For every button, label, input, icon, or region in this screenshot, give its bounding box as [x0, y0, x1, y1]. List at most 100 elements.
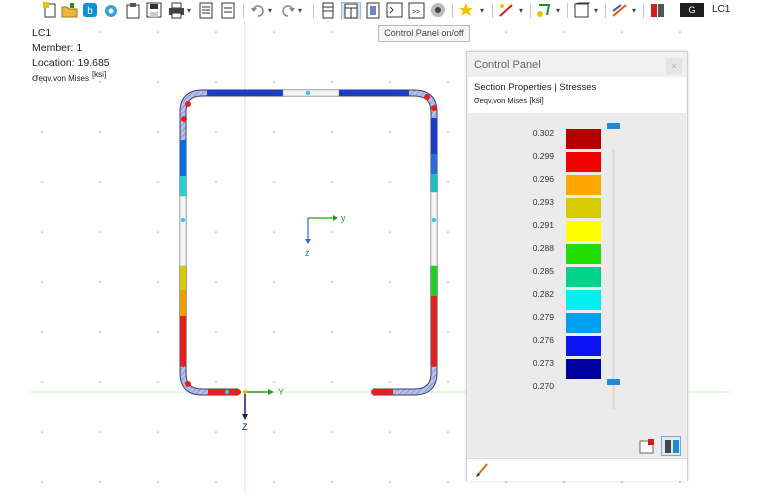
grid-dot — [157, 31, 159, 33]
load-icon[interactable] — [536, 2, 553, 19]
book-icon[interactable] — [649, 2, 666, 19]
view-box-icon[interactable] — [573, 2, 590, 19]
undo-dropdown-icon[interactable]: ▾ — [268, 6, 272, 15]
local-z-label: z — [305, 248, 310, 258]
toolbar-separator — [243, 3, 244, 18]
grid-dot — [331, 281, 333, 283]
grid-dot — [41, 281, 43, 283]
control-panel: Control Panel × Section Properties | Str… — [466, 51, 688, 481]
toolbar-separator — [452, 3, 453, 18]
sub-unit: [ksi] — [529, 96, 544, 105]
star-icon[interactable] — [458, 2, 474, 19]
clipboard-icon[interactable] — [125, 2, 141, 19]
local-axes: y z — [305, 213, 346, 258]
close-icon[interactable]: × — [666, 58, 682, 74]
control-panel-body: Section Properties | Stresses σeqv,von M… — [468, 77, 686, 457]
console-icon[interactable] — [386, 2, 403, 19]
legend-value: 0.273 — [532, 358, 554, 368]
member-icon[interactable] — [498, 2, 515, 19]
grid-dot — [215, 431, 217, 433]
calculator-icon[interactable]: >> — [408, 2, 425, 19]
section-icon[interactable] — [365, 2, 381, 19]
global-z-label: Z — [242, 422, 248, 432]
grid-dot — [331, 181, 333, 183]
save-icon[interactable] — [146, 2, 162, 19]
app-icon[interactable]: b — [82, 2, 98, 19]
grid-dot — [389, 331, 391, 333]
grid-dot — [447, 331, 449, 333]
grid-dot — [447, 381, 449, 383]
grid-dot — [41, 231, 43, 233]
legend-value: 0.299 — [532, 151, 554, 161]
loadcase-indicator[interactable]: G — [680, 3, 704, 17]
legend-value: 0.282 — [532, 289, 554, 299]
grid-dot — [157, 181, 159, 183]
table-icon[interactable] — [320, 2, 336, 19]
line-style-dropdown-icon[interactable]: ▾ — [632, 6, 636, 15]
grid-dot — [215, 481, 217, 483]
range-slider-track[interactable] — [612, 149, 615, 409]
legend-scale-icon[interactable] — [661, 436, 681, 456]
grid-dot — [99, 231, 101, 233]
grid-dot — [273, 331, 275, 333]
legend-value: 0.293 — [532, 197, 554, 207]
slider-max-handle[interactable] — [607, 123, 620, 129]
open-folder-icon[interactable] — [61, 2, 78, 19]
star-dropdown-icon[interactable]: ▾ — [480, 6, 484, 15]
legend-value: 0.291 — [532, 220, 554, 230]
grid-dot — [99, 281, 101, 283]
grid-dot — [215, 381, 217, 383]
result-type-heading: Section Properties | Stresses — [474, 82, 597, 93]
legend-swatch — [566, 198, 601, 218]
grid-dot — [157, 281, 159, 283]
grid-dot — [99, 331, 101, 333]
grid-dot — [157, 431, 159, 433]
grid-dot — [389, 281, 391, 283]
print-icon[interactable] — [168, 2, 185, 19]
grid-dot — [99, 481, 101, 483]
toolbar-separator — [492, 3, 493, 18]
grid-dot — [505, 31, 507, 33]
grid-dot — [679, 481, 681, 483]
toolbar-separator — [605, 3, 606, 18]
table-active-icon[interactable] — [341, 2, 361, 19]
grid-dot — [447, 181, 449, 183]
print-dropdown-icon[interactable]: ▾ — [187, 6, 191, 15]
grid-dot — [273, 131, 275, 133]
line-style-icon[interactable] — [611, 2, 628, 19]
grid-dot — [99, 181, 101, 183]
legend-swatch — [566, 175, 601, 195]
redo-icon[interactable] — [280, 2, 296, 19]
settings-icon[interactable] — [638, 438, 656, 456]
control-panel-title: Control Panel — [474, 59, 541, 71]
pencil-icon[interactable] — [475, 462, 491, 478]
view-dropdown-icon[interactable]: ▾ — [594, 6, 598, 15]
member-dropdown-icon[interactable]: ▾ — [519, 6, 523, 15]
legend-swatch — [566, 267, 601, 287]
grid-dot — [273, 281, 275, 283]
redo-dropdown-icon[interactable]: ▾ — [298, 6, 302, 15]
local-y-label: y — [341, 213, 346, 223]
grid-dot — [563, 481, 565, 483]
undo-icon[interactable] — [250, 2, 266, 19]
load-dropdown-icon[interactable]: ▾ — [556, 6, 560, 15]
grid-dot — [215, 281, 217, 283]
grid-dot — [99, 431, 101, 433]
grid-dot — [563, 31, 565, 33]
grid-dot — [273, 431, 275, 433]
gear-cloud-icon[interactable] — [103, 2, 120, 19]
document-icon[interactable] — [220, 2, 236, 19]
grid-dot — [447, 81, 449, 83]
render-icon[interactable] — [430, 2, 447, 19]
grid-dot — [331, 431, 333, 433]
grid-dot — [41, 331, 43, 333]
loadcase-label[interactable]: LC1 — [712, 4, 730, 15]
slider-min-handle[interactable] — [607, 379, 620, 385]
grid-dot — [99, 131, 101, 133]
report-icon[interactable] — [198, 2, 214, 19]
new-file-icon[interactable] — [42, 2, 58, 19]
grid-dot — [99, 381, 101, 383]
grid-dot — [41, 431, 43, 433]
grid-dot — [505, 481, 507, 483]
grid-dot — [157, 381, 159, 383]
